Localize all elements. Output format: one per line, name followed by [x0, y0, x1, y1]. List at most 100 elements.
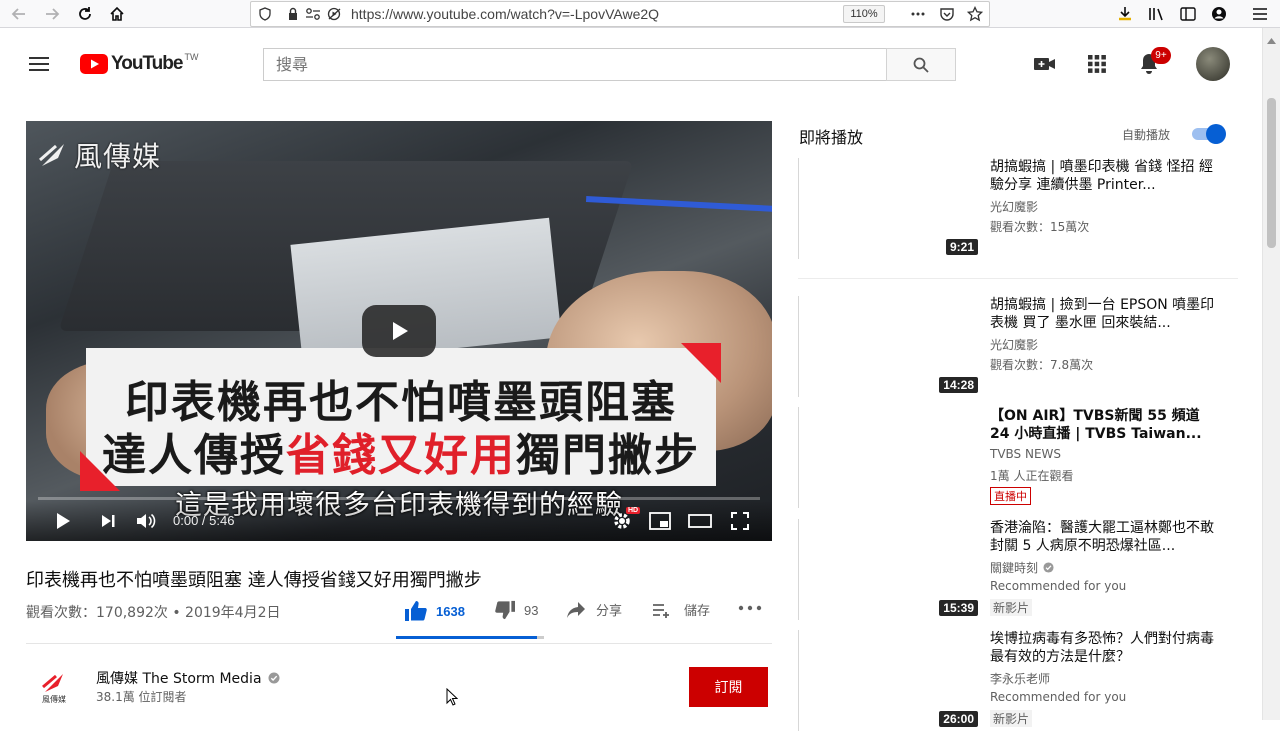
search-button[interactable]	[886, 48, 956, 81]
subscribe-button[interactable]: 訂閱	[689, 667, 768, 707]
channel-name-row[interactable]: 風傳媒 The Storm Media	[96, 668, 280, 688]
banner-text: 達人傳授	[102, 430, 286, 481]
scrollbar-thumb[interactable]	[1267, 98, 1276, 248]
autoplay-blocked-icon[interactable]	[325, 4, 345, 24]
home-icon[interactable]	[107, 4, 127, 24]
recommendation-item[interactable]: 15:39 香港淪陷：醫護大罷工逼林鄭也不敢封關 5 人病原不明恐爆社區... …	[798, 519, 1238, 629]
live-badge: 直播中	[990, 487, 1031, 505]
video-duration: 15:39	[939, 600, 978, 616]
video-duration: 14:28	[939, 377, 978, 393]
share-button[interactable]: 分享	[566, 600, 622, 619]
url-bar[interactable]: https://www.youtube.com/watch?v=-LpovVAw…	[250, 1, 990, 27]
next-video-button[interactable]	[96, 509, 120, 533]
recommendation-title[interactable]: 香港淪陷：醫護大罷工逼林鄭也不敢封關 5 人病原不明恐爆社區...	[990, 519, 1220, 555]
recommendation-channel[interactable]: 關鍵時刻	[990, 559, 1038, 576]
recommendation-meta: 觀看次數：7.8萬次	[990, 358, 1094, 372]
autoplay-toggle[interactable]	[1188, 124, 1228, 144]
user-avatar[interactable]	[1196, 47, 1230, 81]
miniplayer-button[interactable]	[648, 509, 672, 533]
up-next-heading: 即將播放	[799, 128, 864, 147]
sidebar-toggle-icon[interactable]	[1178, 4, 1198, 24]
verified-check-icon	[1043, 562, 1054, 573]
save-label: 儲存	[684, 604, 711, 619]
download-icon[interactable]	[1115, 4, 1135, 24]
hamburger-menu-icon[interactable]	[1250, 4, 1270, 24]
recommendation-title[interactable]: 【ON AIR】TVBS新聞 55 頻道 24 小時直播 | TVBS Taiw…	[990, 407, 1220, 443]
video-thumbnail[interactable]: 15:39	[798, 519, 978, 620]
recommendation-title[interactable]: 胡搞蝦搞 | 噴墨印表機 省錢 怪招 經驗分享 連續供墨 Printer...	[990, 158, 1220, 194]
browser-toolbar: https://www.youtube.com/watch?v=-LpovVAw…	[0, 0, 1280, 28]
guide-menu-icon[interactable]	[26, 51, 52, 77]
search-icon	[913, 57, 929, 73]
pocket-icon[interactable]	[937, 4, 957, 24]
fullscreen-button[interactable]	[728, 509, 752, 533]
miniplayer-icon	[649, 512, 671, 530]
recommendation-title[interactable]: 胡搞蝦搞 | 撿到一台 EPSON 噴墨印表機 買了 墨水匣 回來裝結...	[990, 296, 1220, 332]
channel-avatar[interactable]: 風傳媒	[30, 664, 78, 712]
like-ratio-bar	[396, 636, 544, 639]
permissions-icon[interactable]	[303, 4, 323, 24]
recommendation-channel[interactable]: TVBS NEWS	[990, 447, 1061, 461]
video-title: 印表機再也不怕噴墨頭阻塞 達人傳授省錢又好用獨門撇步	[26, 570, 482, 591]
scroll-up-icon[interactable]	[1267, 38, 1276, 44]
volume-icon	[137, 513, 156, 529]
video-player[interactable]: 風傳媒 印表機再也不怕噴墨頭阻塞 達人傳授省錢又好用獨門撇步 這是我用壞很多台印…	[26, 121, 772, 541]
more-actions-icon[interactable]	[908, 4, 928, 24]
video-thumbnail[interactable]: 9:21	[798, 158, 978, 259]
recommendation-meta: Recommended for you	[990, 690, 1127, 704]
youtube-header: YouTube TW 9+	[0, 28, 1262, 100]
divider	[26, 643, 772, 644]
like-button[interactable]: 1638	[404, 600, 465, 622]
gear-icon	[614, 513, 630, 529]
recommendation-title[interactable]: 埃博拉病毒有多恐怖？人們對付病毒最有效的方法是什麼？	[990, 630, 1220, 666]
shield-icon[interactable]	[255, 4, 275, 24]
theater-mode-button[interactable]	[688, 509, 712, 533]
more-actions-button[interactable]	[738, 604, 762, 612]
progress-bar[interactable]	[38, 497, 760, 500]
bookmark-star-icon[interactable]	[965, 4, 985, 24]
url-text[interactable]: https://www.youtube.com/watch?v=-LpovVAw…	[351, 6, 659, 22]
play-pause-button[interactable]	[51, 509, 75, 533]
video-thumbnail[interactable]	[798, 407, 978, 508]
recommendation-channel[interactable]: 光幻魔影	[990, 336, 1038, 353]
recommendation-item[interactable]: 9:21 胡搞蝦搞 | 噴墨印表機 省錢 怪招 經驗分享 連續供墨 Printe…	[798, 158, 1238, 268]
large-play-button[interactable]	[362, 305, 436, 357]
hd-badge: HD	[626, 507, 641, 514]
youtube-logo[interactable]: YouTube TW	[80, 52, 198, 76]
logo-text: YouTube	[111, 53, 183, 74]
recommendation-channel-row[interactable]: 關鍵時刻	[990, 559, 1054, 576]
lock-icon[interactable]	[283, 4, 303, 24]
mute-button[interactable]	[135, 509, 159, 533]
search-input[interactable]	[263, 48, 887, 81]
apps-grid-icon[interactable]	[1084, 51, 1110, 77]
recommendation-meta: 1萬 人正在觀看	[990, 469, 1074, 483]
zoom-level[interactable]: 110%	[843, 5, 885, 23]
divider	[798, 278, 1238, 279]
video-thumbnail[interactable]: 14:28	[798, 296, 978, 397]
storm-media-logo-icon	[42, 673, 63, 692]
page-scrollbar[interactable]	[1262, 28, 1280, 720]
thumbs-down-icon	[495, 600, 515, 620]
reload-icon[interactable]	[75, 4, 95, 24]
play-icon	[393, 322, 408, 340]
recommendation-item[interactable]: 14:28 胡搞蝦搞 | 撿到一台 EPSON 噴墨印表機 買了 墨水匣 回來裝…	[798, 296, 1238, 406]
library-icon[interactable]	[1147, 4, 1167, 24]
recommendation-item[interactable]: 【ON AIR】TVBS新聞 55 頻道 24 小時直播 | TVBS Taiw…	[798, 407, 1238, 517]
dislike-button[interactable]: 93	[494, 600, 538, 620]
banner-line-2: 達人傳授省錢又好用獨門撇步	[86, 419, 716, 483]
recommendation-channel[interactable]: 光幻魔影	[990, 198, 1038, 215]
video-thumbnail[interactable]: 26:00	[798, 630, 978, 731]
autoplay-label: 自動播放	[1122, 128, 1171, 142]
recommendation-item[interactable]: 26:00 埃博拉病毒有多恐怖？人們對付病毒最有效的方法是什麼？ 李永乐老师 R…	[798, 630, 1238, 740]
forward-icon[interactable]	[42, 4, 62, 24]
save-button[interactable]: 儲存	[652, 600, 710, 619]
channel-name[interactable]: 風傳媒 The Storm Media	[96, 668, 262, 688]
account-icon[interactable]	[1209, 4, 1229, 24]
skip-next-icon	[102, 515, 115, 527]
fullscreen-icon	[731, 512, 749, 530]
back-icon[interactable]	[9, 4, 29, 24]
recommendation-channel[interactable]: 李永乐老师	[990, 670, 1050, 687]
video-duration: 26:00	[939, 711, 978, 727]
like-ratio-fill	[396, 636, 537, 639]
create-video-icon[interactable]	[1032, 51, 1058, 77]
